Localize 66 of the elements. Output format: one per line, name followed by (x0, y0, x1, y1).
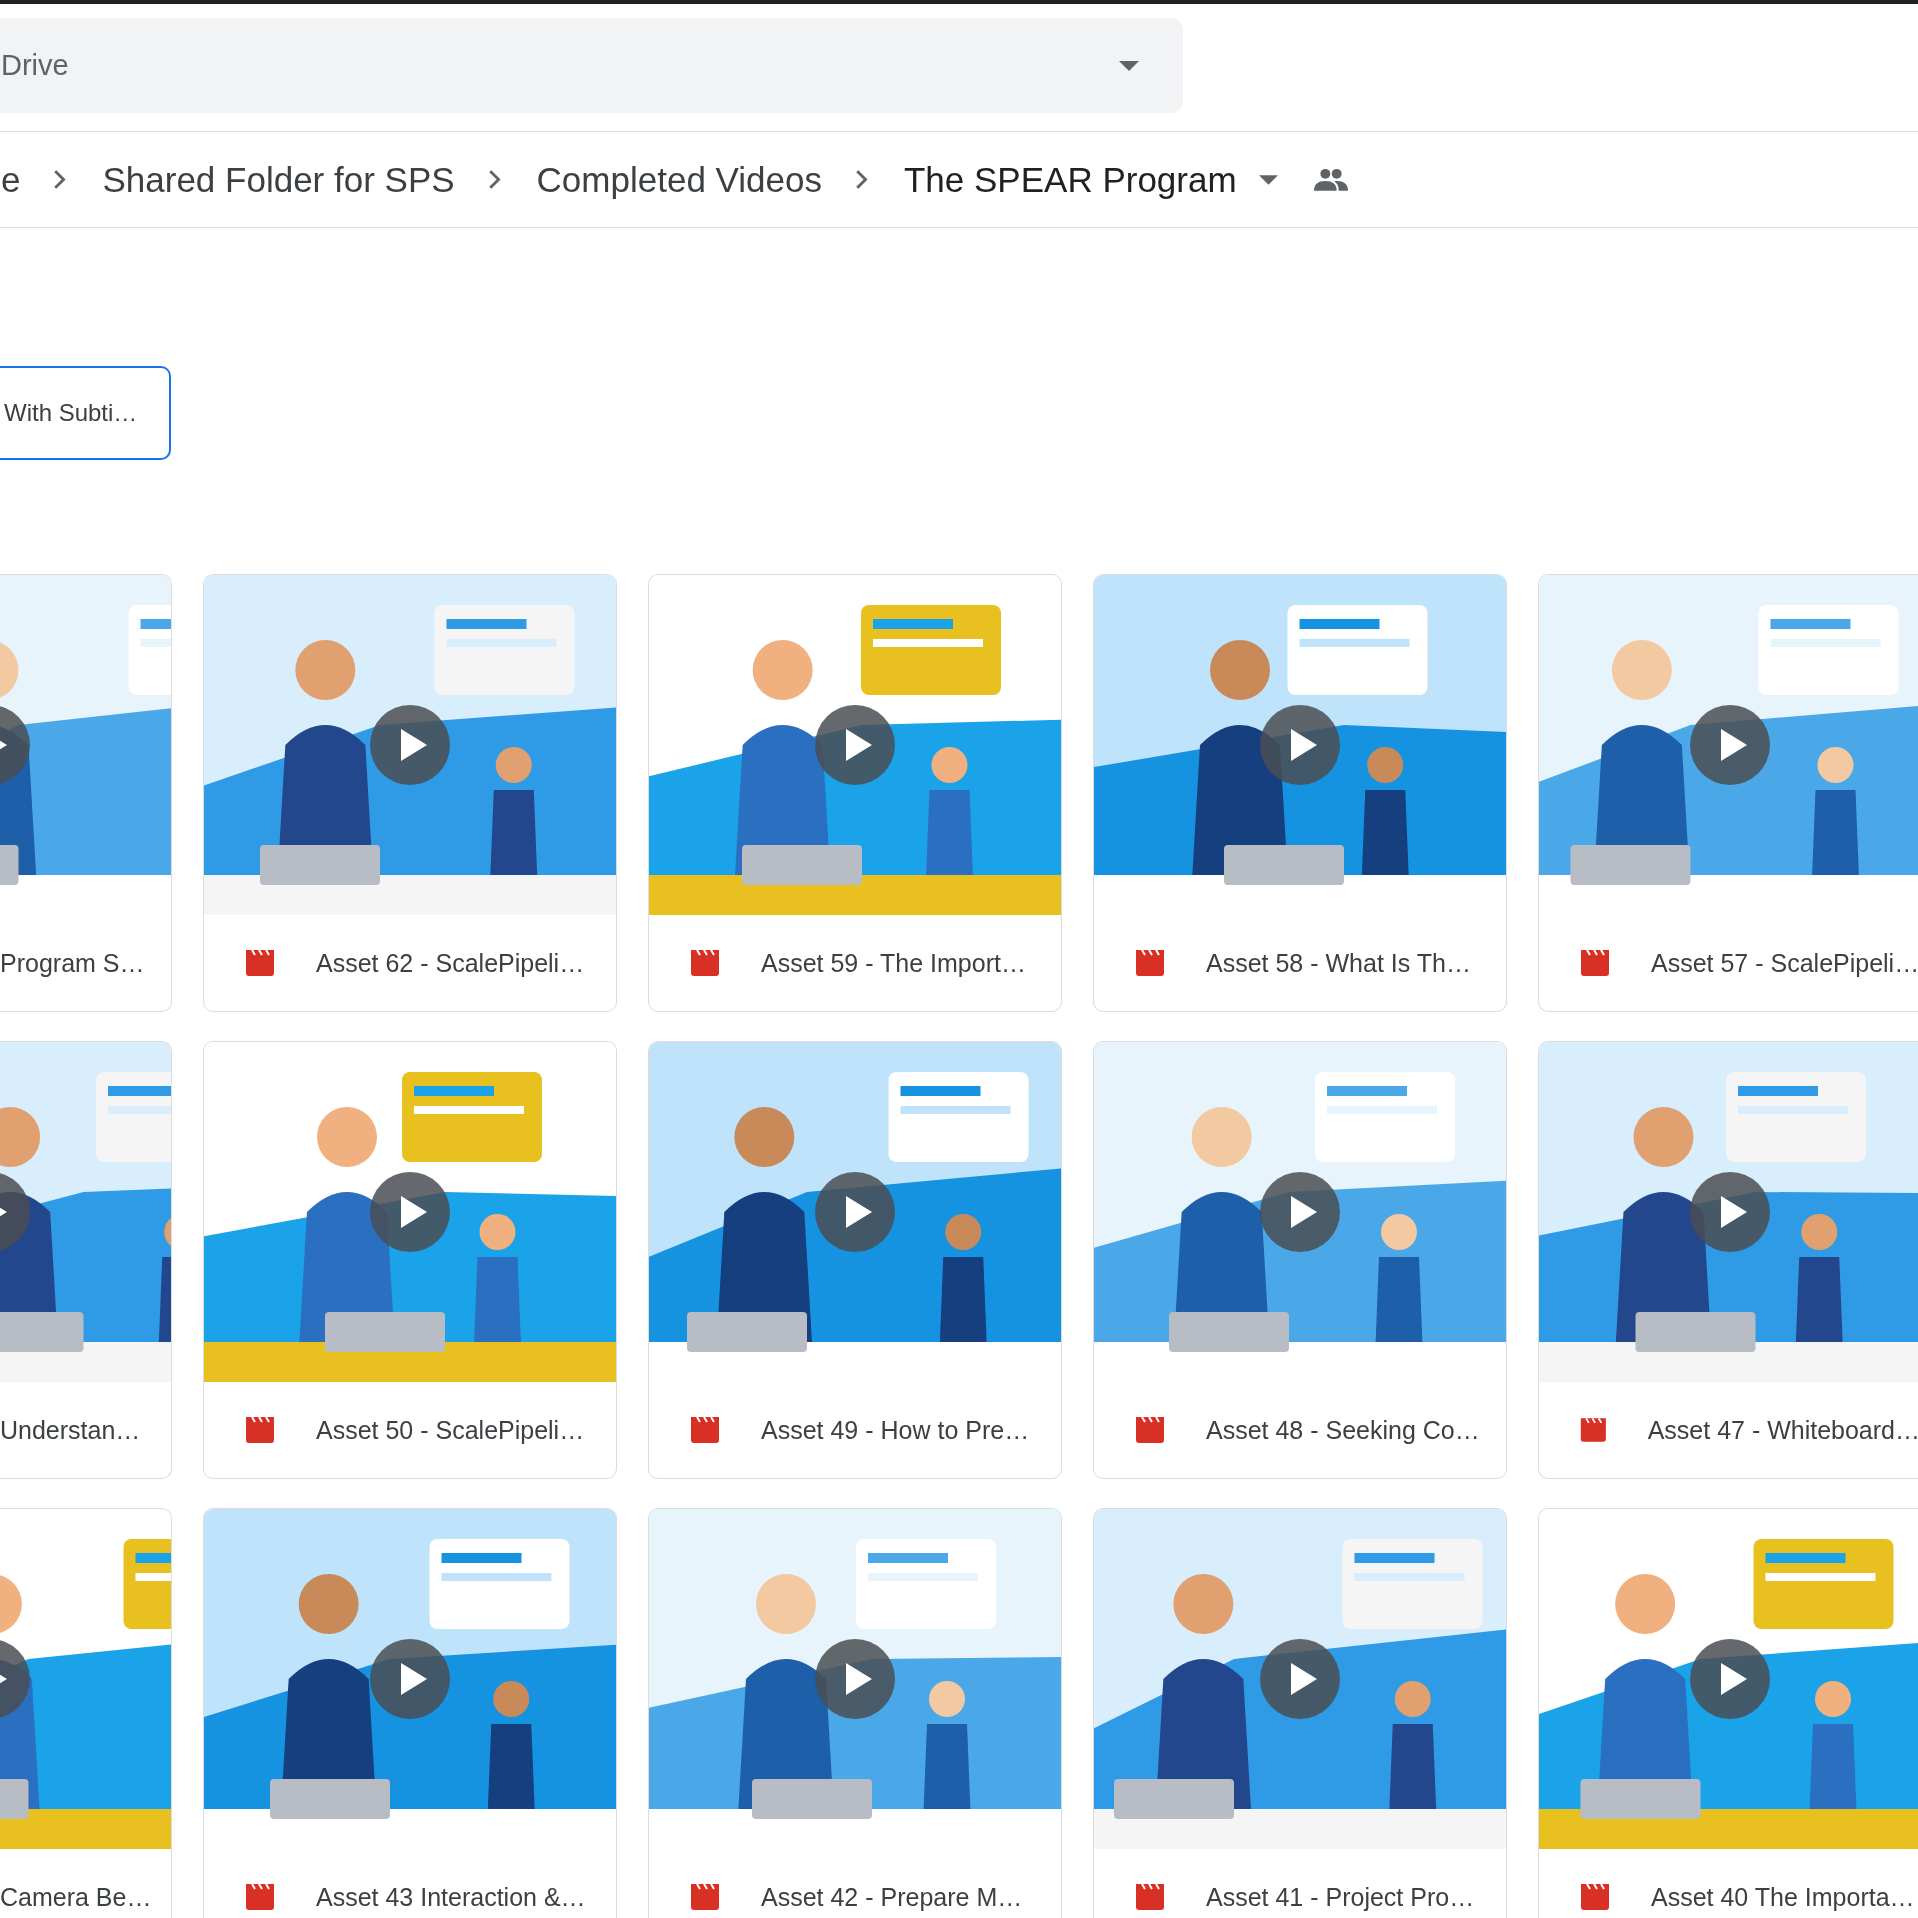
video-file-icon (689, 950, 721, 976)
current-folder[interactable]: The SPEAR Program (903, 159, 1237, 200)
file-card[interactable]: Understan… (0, 1041, 172, 1479)
file-card[interactable]: Asset 49 - How to Pre… (648, 1041, 1062, 1479)
file-name: Program S… (0, 948, 145, 978)
file-card[interactable]: Program S… (0, 574, 172, 1012)
file-card[interactable]: Asset 41 - Project Pro… (1093, 1508, 1507, 1918)
suggested-file-chip[interactable]: With Subti… (0, 365, 171, 460)
chevron-icon (54, 170, 67, 189)
file-name: Asset 43 Interaction &… (316, 1882, 586, 1912)
play-icon[interactable] (370, 1172, 450, 1252)
caret-icon[interactable] (1258, 174, 1278, 185)
video-file-icon (1579, 950, 1611, 976)
file-name: Camera Be… (0, 1882, 152, 1912)
file-name: Understan… (0, 1415, 141, 1445)
video-file-icon (689, 1417, 721, 1443)
file-card[interactable]: Asset 57 - ScalePipeli… (1538, 574, 1918, 1012)
play-icon[interactable] (1260, 1639, 1340, 1719)
file-card[interactable]: Asset 43 Interaction &… (203, 1508, 617, 1918)
file-name: Asset 57 - ScalePipeli… (1651, 948, 1918, 978)
play-icon[interactable] (1260, 705, 1340, 785)
file-card[interactable]: Asset 58 - What Is Th… (1093, 574, 1507, 1012)
file-card[interactable]: Asset 50 - ScalePipeli… (203, 1041, 617, 1479)
play-icon[interactable] (370, 705, 450, 785)
file-name: Asset 40 The Importa… (1651, 1882, 1915, 1912)
file-name: Asset 48 - Seeking Co… (1206, 1415, 1480, 1445)
chevron-icon (855, 170, 868, 189)
video-file-icon (244, 950, 276, 976)
file-name: Asset 42 - Prepare M… (761, 1882, 1023, 1912)
file-name: Asset 62 - ScalePipeli… (316, 948, 585, 978)
video-file-icon (1134, 1884, 1166, 1910)
file-card[interactable]: Asset 42 - Prepare M… (648, 1508, 1062, 1918)
file-card[interactable]: Asset 47 - Whiteboard… (1538, 1041, 1918, 1479)
play-icon[interactable] (815, 1172, 895, 1252)
breadcrumb-item[interactable]: Completed Videos (536, 159, 822, 200)
video-file-icon (244, 1417, 276, 1443)
search-field[interactable]: Drive (0, 18, 1183, 113)
play-icon[interactable] (1689, 1639, 1770, 1719)
people-icon[interactable] (1313, 168, 1348, 191)
file-card[interactable]: Asset 40 The Importa… (1538, 1508, 1918, 1918)
video-file-icon (689, 1884, 721, 1910)
play-icon[interactable] (815, 1639, 895, 1719)
file-name: Asset 50 - ScalePipeli… (316, 1415, 585, 1445)
file-card[interactable]: Asset 62 - ScalePipeli… (203, 574, 617, 1012)
breadcrumb-item[interactable]: e (1, 159, 21, 200)
play-icon[interactable] (1689, 705, 1770, 785)
video-file-icon (1579, 1884, 1611, 1910)
play-icon[interactable] (370, 1639, 450, 1719)
play-icon[interactable] (815, 705, 895, 785)
chevron-icon (488, 170, 501, 189)
file-name: Asset 59 - The Import… (761, 948, 1026, 978)
video-file-icon (244, 1884, 276, 1910)
file-name: Asset 41 - Project Pro… (1206, 1882, 1475, 1912)
file-card[interactable]: Asset 59 - The Import… (648, 574, 1062, 1012)
file-card[interactable]: Asset 48 - Seeking Co… (1093, 1041, 1507, 1479)
file-card[interactable]: Camera Be… (0, 1508, 172, 1918)
caret-icon[interactable] (1119, 60, 1139, 71)
video-file-icon (1134, 1417, 1166, 1443)
video-file-icon (1134, 950, 1166, 976)
breadcrumb-item[interactable]: Shared Folder for SPS (102, 159, 455, 200)
file-name: Asset 47 - Whiteboard… (1647, 1415, 1918, 1445)
play-icon[interactable] (1260, 1172, 1340, 1252)
video-file-icon (1579, 1417, 1608, 1443)
play-icon[interactable] (1689, 1172, 1770, 1252)
file-name: Asset 58 - What Is Th… (1206, 948, 1471, 978)
file-name: Asset 49 - How to Pre… (761, 1415, 1030, 1445)
